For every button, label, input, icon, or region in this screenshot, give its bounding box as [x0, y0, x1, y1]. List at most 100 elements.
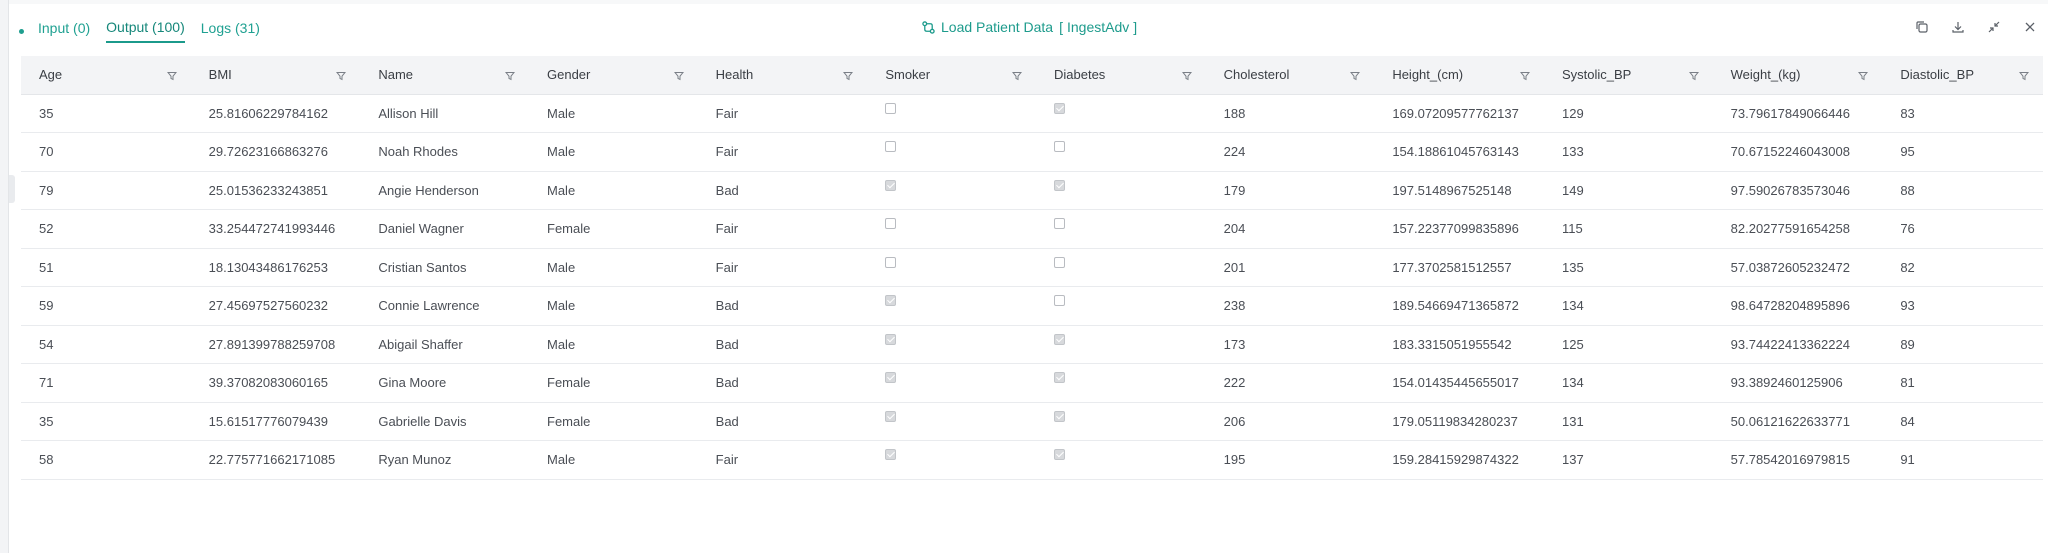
table-cell: Bad — [715, 375, 739, 391]
diabetes-cell — [1036, 94, 1206, 133]
table-cell: Male — [547, 452, 576, 468]
table-cell: 33.254472741993446 — [208, 221, 336, 237]
diabetes-checkbox[interactable] — [1053, 410, 1065, 422]
table-cell: Female — [547, 221, 591, 237]
tab-input[interactable]: Input (0) — [38, 20, 90, 42]
smoker-checkbox[interactable] — [885, 141, 897, 153]
table-cell: Female — [547, 375, 591, 391]
diabetes-checkbox[interactable] — [1053, 102, 1065, 114]
smoker-cell — [867, 171, 1036, 210]
column-header[interactable]: Systolic_BP — [1543, 56, 1713, 95]
column-header[interactable]: Weight_(kg) — [1712, 56, 1883, 95]
table-row[interactable]: 79 25.01536233243851 Angie Henderson Male Ba… — [21, 171, 2043, 210]
table-cell: Bad — [715, 413, 739, 429]
smoker-checkbox[interactable] — [885, 179, 897, 191]
filter-icon[interactable] — [1350, 69, 1361, 81]
table-cell: 125 — [1561, 336, 1584, 352]
filter-icon[interactable] — [1519, 69, 1531, 81]
table-row[interactable]: 52 33.254472741993446 Daniel Wagner Female F… — [21, 210, 2043, 249]
column-header[interactable]: Cholesterol — [1205, 56, 1375, 95]
table-cell: 95 — [1900, 144, 1915, 160]
collapse-icon[interactable] — [1987, 20, 2001, 34]
filter-icon[interactable] — [1011, 69, 1023, 81]
table-cell: 188 — [1223, 105, 1246, 121]
smoker-checkbox[interactable] — [885, 372, 897, 384]
column-header[interactable]: Smoker — [867, 56, 1036, 95]
table-cell: 224 — [1223, 144, 1246, 160]
filter-icon[interactable] — [504, 69, 516, 81]
smoker-cell — [867, 287, 1036, 326]
filter-icon[interactable] — [1181, 69, 1192, 81]
table-cell: 25.81606229784162 — [208, 105, 328, 121]
filter-icon[interactable] — [2018, 69, 2030, 81]
diabetes-checkbox[interactable] — [1053, 218, 1065, 230]
filter-icon[interactable] — [843, 69, 854, 81]
diabetes-checkbox[interactable] — [1053, 179, 1065, 191]
smoker-checkbox[interactable] — [885, 102, 897, 114]
smoker-checkbox[interactable] — [885, 295, 897, 307]
table-cell: 58 — [39, 452, 54, 468]
diabetes-checkbox[interactable] — [1053, 449, 1065, 461]
column-header[interactable]: Diastolic_BP — [1882, 56, 2043, 95]
smoker-checkbox[interactable] — [885, 256, 897, 268]
tab-logs[interactable]: Logs (31) — [201, 20, 260, 42]
table-cell: Angie Henderson — [378, 182, 479, 198]
smoker-cell — [867, 210, 1036, 249]
column-header[interactable]: BMI — [190, 56, 361, 95]
table-row[interactable]: 35 25.81606229784162 Allison Hill Male Fair 1… — [21, 94, 2043, 133]
column-header[interactable]: Diabetes — [1035, 56, 1206, 95]
table-cell: 204 — [1223, 221, 1246, 237]
column-label: Cholesterol — [1223, 67, 1290, 83]
column-header[interactable]: Age — [21, 56, 191, 95]
table-row[interactable]: 71 39.37082083060165 Gina Moore Female Bad 22… — [21, 364, 2043, 402]
table-row[interactable]: 54 27.891399788259708 Abigail Shaffer Male B… — [21, 325, 2043, 364]
table-cell: 93 — [1900, 298, 1915, 314]
column-label: Smoker — [885, 67, 931, 83]
download-icon[interactable] — [1951, 20, 1965, 34]
table-cell: 183.3315051955542 — [1392, 336, 1512, 352]
diabetes-checkbox[interactable] — [1053, 295, 1065, 307]
table-row[interactable]: 70 29.72623166863276 Noah Rhodes Male Fair 22… — [21, 133, 2043, 172]
column-header[interactable]: Health — [697, 56, 868, 95]
node-title: Load Patient Data [ IngestAdv ] — [922, 19, 1137, 35]
table-cell: 70 — [39, 144, 54, 160]
table-cell: Noah Rhodes — [378, 144, 458, 160]
table-cell: 154.18861045763143 — [1392, 144, 1519, 160]
diabetes-checkbox[interactable] — [1053, 333, 1065, 345]
close-icon[interactable] — [2023, 20, 2037, 34]
filter-icon[interactable] — [1858, 69, 1869, 81]
table-cell: 134 — [1561, 298, 1584, 314]
table-row[interactable]: 35 15.61517776079439 Gabrielle Davis Female… — [21, 402, 2043, 441]
column-header[interactable]: Gender — [529, 56, 698, 95]
smoker-cell — [867, 133, 1036, 172]
smoker-checkbox[interactable] — [885, 333, 897, 345]
smoker-checkbox[interactable] — [885, 218, 897, 230]
diabetes-checkbox[interactable] — [1053, 372, 1065, 384]
filter-icon[interactable] — [1688, 69, 1699, 81]
table-cell: Bad — [715, 298, 739, 314]
diabetes-cell — [1036, 248, 1206, 287]
copy-icon[interactable] — [1915, 20, 1929, 34]
filter-icon[interactable] — [166, 69, 177, 81]
diabetes-checkbox[interactable] — [1053, 141, 1065, 153]
smoker-checkbox[interactable] — [885, 449, 897, 461]
smoker-checkbox[interactable] — [885, 410, 897, 422]
column-header[interactable]: Name — [360, 56, 529, 95]
table-row[interactable]: 51 18.13043486176253 Cristian Santos Male Fa… — [21, 248, 2043, 287]
filter-icon[interactable] — [673, 69, 684, 81]
filter-icon[interactable] — [336, 69, 347, 81]
table-cell: Female — [547, 413, 591, 429]
table-cell: 195 — [1223, 452, 1246, 468]
diabetes-checkbox[interactable] — [1053, 256, 1065, 268]
table-cell: 133 — [1561, 144, 1584, 160]
table-row[interactable]: 58 22.775771662171085 Ryan Munoz Male Fair 19… — [21, 441, 2043, 479]
table-row[interactable]: 59 27.45697527560232 Connie Lawrence Male Ba… — [21, 287, 2043, 326]
table-cell: Fair — [715, 452, 739, 468]
table-cell: 73.79617849066446 — [1730, 105, 1850, 121]
tab-output[interactable]: Output (100) — [106, 19, 185, 43]
table-cell: 89 — [1900, 336, 1915, 352]
column-label: Diastolic_BP — [1900, 67, 1975, 83]
table-cell: Allison Hill — [378, 105, 439, 121]
resize-handle[interactable] — [9, 175, 15, 203]
column-header[interactable]: Height_(cm) — [1374, 56, 1544, 95]
